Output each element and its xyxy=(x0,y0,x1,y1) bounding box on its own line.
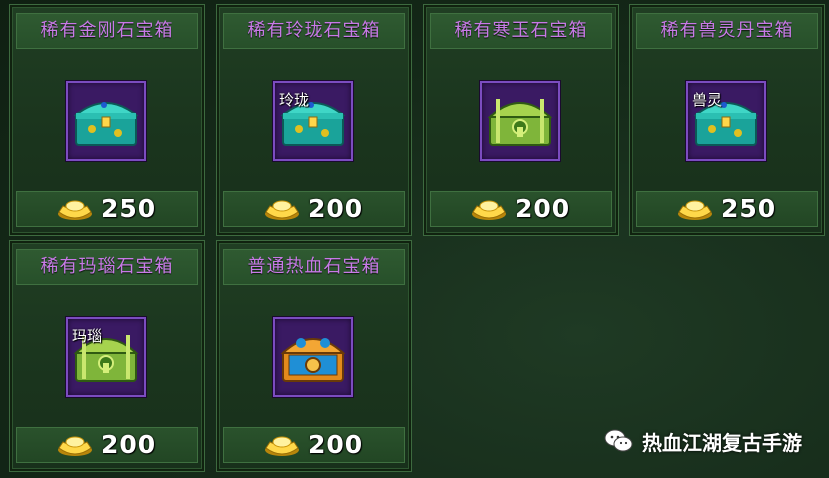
item-title: 稀有兽灵丹宝箱 xyxy=(636,13,818,49)
green-chest-icon xyxy=(488,97,552,147)
item-price: 200 xyxy=(308,430,364,459)
shop-item-card[interactable]: 稀有金刚石宝箱 250 xyxy=(9,4,205,236)
gold-ingot-icon xyxy=(57,200,93,221)
price-bar: 200 xyxy=(430,191,612,227)
item-slot[interactable] xyxy=(480,81,560,161)
gold-ingot-icon xyxy=(677,200,713,221)
item-title: 稀有寒玉石宝箱 xyxy=(430,13,612,49)
gold-ingot-icon xyxy=(264,200,300,221)
shop-item-card[interactable]: 稀有玲珑石宝箱 玲珑 200 xyxy=(216,4,412,236)
item-price: 200 xyxy=(101,430,157,459)
item-slot[interactable]: 玛瑙 xyxy=(66,317,146,397)
watermark-text: 热血江湖复古手游 xyxy=(642,430,802,455)
item-title: 普通热血石宝箱 xyxy=(223,249,405,285)
gold-ingot-icon xyxy=(471,200,507,221)
item-title: 稀有玲珑石宝箱 xyxy=(223,13,405,49)
price-bar: 200 xyxy=(223,191,405,227)
gold-ingot-icon xyxy=(264,436,300,457)
shop-item-card[interactable]: 稀有兽灵丹宝箱 兽灵 250 xyxy=(629,4,825,236)
item-slot[interactable]: 兽灵 xyxy=(686,81,766,161)
item-price: 200 xyxy=(308,194,364,223)
gold-ingot-icon xyxy=(57,436,93,457)
item-slot[interactable] xyxy=(273,317,353,397)
item-slot-label: 玲珑 xyxy=(279,91,310,109)
item-price: 200 xyxy=(515,194,571,223)
item-price: 250 xyxy=(101,194,157,223)
watermark: 热血江湖复古手游 xyxy=(604,427,802,455)
item-slot[interactable] xyxy=(66,81,146,161)
item-title: 稀有玛瑙石宝箱 xyxy=(16,249,198,285)
wechat-icon xyxy=(604,429,633,452)
gold-chest-icon xyxy=(282,337,344,382)
item-slot-label: 玛瑙 xyxy=(72,327,103,345)
item-slot-label: 兽灵 xyxy=(692,91,723,109)
shop-item-card[interactable]: 普通热血石宝箱 200 xyxy=(216,240,412,472)
item-title: 稀有金刚石宝箱 xyxy=(16,13,198,49)
shop-item-card[interactable]: 稀有玛瑙石宝箱 玛瑙 200 xyxy=(9,240,205,472)
shop-item-card[interactable]: 稀有寒玉石宝箱 200 xyxy=(423,4,619,236)
price-bar: 200 xyxy=(223,427,405,463)
item-price: 250 xyxy=(721,194,777,223)
price-bar: 250 xyxy=(636,191,818,227)
price-bar: 250 xyxy=(16,191,198,227)
item-slot[interactable]: 玲珑 xyxy=(273,81,353,161)
teal-chest-icon xyxy=(75,101,137,146)
price-bar: 200 xyxy=(16,427,198,463)
